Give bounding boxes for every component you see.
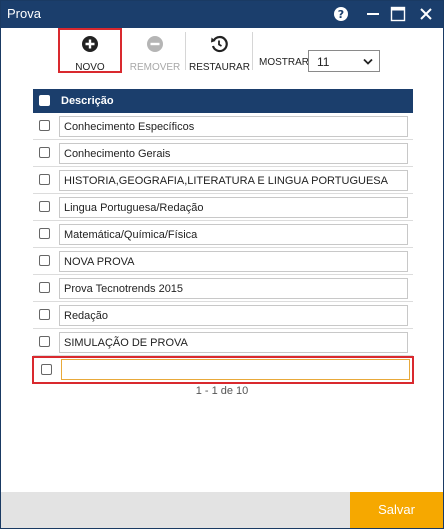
row-checkbox[interactable] bbox=[39, 282, 50, 293]
descricao-cell[interactable]: HISTORIA,GEOGRAFIA,LITERATURA E LINGUA P… bbox=[59, 170, 408, 191]
table-row: Conhecimento Específicos bbox=[33, 113, 413, 140]
restaurar-button[interactable]: RESTAURAR bbox=[189, 29, 250, 75]
svg-text:?: ? bbox=[338, 8, 344, 21]
salvar-button[interactable]: Salvar bbox=[350, 492, 443, 528]
descricao-cell[interactable]: Redação bbox=[59, 305, 408, 326]
mostrar-value: 11 bbox=[317, 55, 330, 69]
row-checkbox[interactable] bbox=[39, 255, 50, 266]
new-row-input[interactable] bbox=[61, 359, 410, 380]
table-row: SIMULAÇÃO DE PROVA bbox=[33, 329, 413, 356]
window-title: Prova bbox=[7, 6, 41, 21]
remover-label: REMOVER bbox=[129, 62, 181, 73]
grid-header: Descrição bbox=[33, 89, 413, 113]
descricao-cell[interactable]: Lingua Portuguesa/Redação bbox=[59, 197, 408, 218]
chevron-down-icon bbox=[363, 57, 373, 65]
title-bar: Prova ? bbox=[1, 1, 443, 28]
toolbar: NOVO REMOVER RESTAURAR MOSTRAR: 11 bbox=[1, 28, 443, 78]
dialog-window: Prova ? NOVO REMOVER RESTAURAR MOSTRAR: … bbox=[0, 0, 444, 529]
table-row: Redação bbox=[33, 302, 413, 329]
toolbar-separator bbox=[185, 32, 186, 70]
row-checkbox[interactable] bbox=[39, 336, 50, 347]
pager-status: 1 - 1 de 10 bbox=[195, 385, 249, 397]
table-row: Matemática/Química/Física bbox=[33, 221, 413, 248]
column-header-descricao[interactable]: Descrição bbox=[61, 95, 114, 107]
descricao-cell[interactable]: NOVA PROVA bbox=[59, 251, 408, 272]
table-row: HISTORIA,GEOGRAFIA,LITERATURA E LINGUA P… bbox=[33, 167, 413, 194]
table-row: Prova Tecnotrends 2015 bbox=[33, 275, 413, 302]
novo-label: NOVO bbox=[75, 62, 105, 73]
row-checkbox[interactable] bbox=[39, 309, 50, 320]
row-checkbox[interactable] bbox=[39, 120, 50, 131]
toolbar-separator bbox=[252, 32, 253, 70]
restore-icon bbox=[210, 35, 228, 53]
footer-bar: Salvar bbox=[1, 492, 443, 528]
descricao-cell[interactable]: Prova Tecnotrends 2015 bbox=[59, 278, 408, 299]
mostrar-label: MOSTRAR: bbox=[259, 57, 312, 68]
descricao-cell[interactable]: Conhecimento Específicos bbox=[59, 116, 408, 137]
descricao-cell[interactable]: Conhecimento Gerais bbox=[59, 143, 408, 164]
minus-circle-icon bbox=[146, 35, 164, 53]
descricao-cell[interactable]: SIMULAÇÃO DE PROVA bbox=[59, 332, 408, 353]
descricao-cell[interactable]: Matemática/Química/Física bbox=[59, 224, 408, 245]
maximize-icon[interactable] bbox=[390, 6, 406, 22]
row-checkbox[interactable] bbox=[41, 364, 52, 375]
select-all-checkbox[interactable] bbox=[39, 95, 50, 106]
plus-circle-icon bbox=[81, 35, 99, 53]
novo-button[interactable]: NOVO bbox=[58, 28, 122, 73]
table-row: NOVA PROVA bbox=[33, 248, 413, 275]
restaurar-label: RESTAURAR bbox=[189, 62, 250, 73]
row-checkbox[interactable] bbox=[39, 228, 50, 239]
help-icon[interactable]: ? bbox=[333, 6, 349, 22]
row-checkbox[interactable] bbox=[39, 174, 50, 185]
table-row: Conhecimento Gerais bbox=[33, 140, 413, 167]
remover-button[interactable]: REMOVER bbox=[129, 29, 181, 75]
data-grid: Descrição Conhecimento Específicos Conhe… bbox=[32, 89, 414, 384]
table-row: Lingua Portuguesa/Redação bbox=[33, 194, 413, 221]
new-row bbox=[32, 356, 414, 384]
mostrar-select[interactable]: 11 bbox=[308, 50, 380, 72]
minimize-icon[interactable] bbox=[365, 6, 381, 22]
row-checkbox[interactable] bbox=[39, 147, 50, 158]
close-icon[interactable] bbox=[418, 6, 434, 22]
row-checkbox[interactable] bbox=[39, 201, 50, 212]
